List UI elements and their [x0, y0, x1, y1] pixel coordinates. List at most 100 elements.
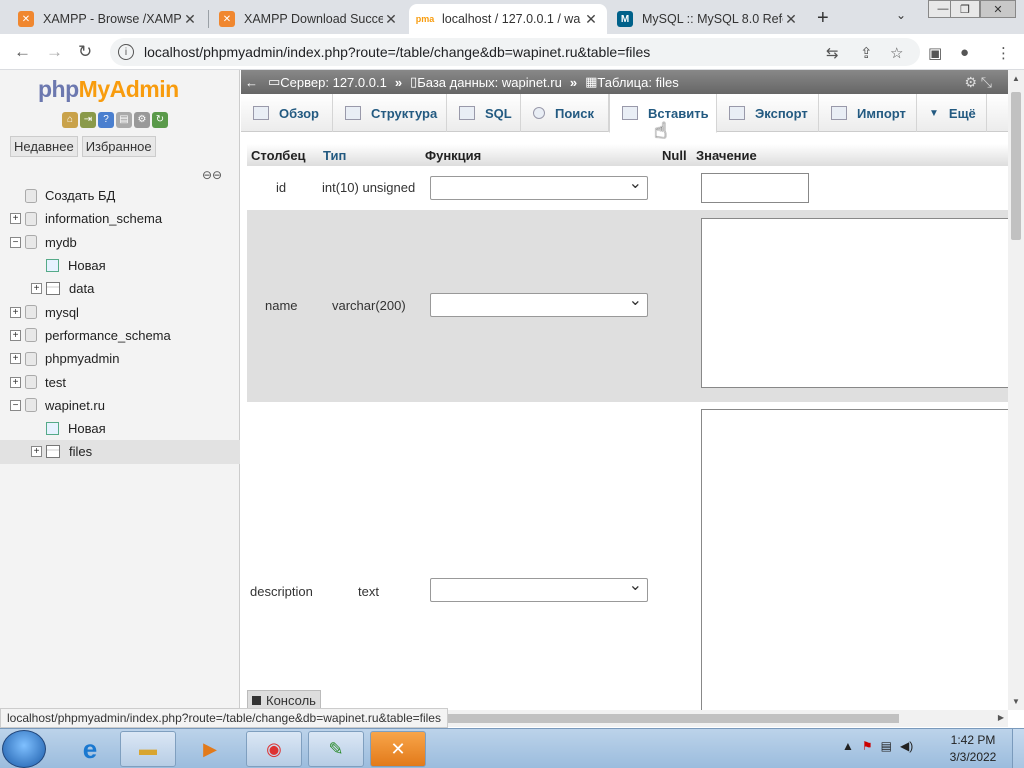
expand-icon[interactable]: + [10, 306, 21, 318]
function-select[interactable] [430, 173, 648, 200]
favorites-button[interactable]: Избранное [81, 136, 156, 157]
tab-sql-label: SQL [485, 105, 512, 121]
value-textarea[interactable] [701, 409, 1008, 710]
close-icon[interactable]: ✕ [182, 11, 198, 28]
xampp-taskbar-icon[interactable]: ✕ [370, 731, 426, 767]
forward-arrow-icon[interactable]: → [46, 42, 63, 62]
scroll-down-icon[interactable]: ▼ [1012, 697, 1020, 706]
link-icon[interactable]: ⊖⊖ [202, 168, 222, 182]
clock[interactable]: 1:42 PM 3/3/2022 [938, 732, 1008, 766]
media-player-icon[interactable]: ▶ [182, 731, 238, 767]
function-select[interactable] [430, 575, 648, 602]
info-icon[interactable]: i [118, 44, 134, 60]
tab-browse[interactable]: Обзор [241, 94, 333, 132]
function-select[interactable] [430, 290, 648, 317]
settings-gear-icon[interactable]: ⚙ ⤡ [964, 74, 992, 91]
tree-node[interactable]: + test [0, 370, 240, 393]
tree-node[interactable]: + phpmyadmin [0, 347, 240, 370]
logout-icon[interactable]: ⇥ [80, 112, 96, 128]
volume-icon[interactable]: ◀) [900, 739, 913, 753]
hand-cursor-icon: ☝ [654, 118, 668, 143]
recent-button[interactable]: Недавнее [10, 136, 78, 157]
tab-import[interactable]: Импорт [819, 94, 917, 132]
tree-node[interactable]: Создать БД [0, 184, 240, 207]
collapse-icon[interactable]: − [10, 236, 21, 248]
tree-node[interactable]: Новая [0, 254, 240, 277]
star-icon[interactable]: ☆ [890, 44, 903, 62]
reload-icon[interactable]: ↻ [78, 42, 92, 62]
tab-search[interactable]: Поиск [521, 94, 609, 132]
share-icon[interactable]: ⇪ [860, 44, 873, 62]
tab-export[interactable]: Экспорт [717, 94, 819, 132]
close-icon[interactable]: ✕ [583, 11, 599, 28]
chrome-icon[interactable]: ◉ [246, 731, 302, 767]
tree-node[interactable]: − mydb [0, 231, 240, 254]
expand-icon[interactable]: + [10, 353, 21, 365]
start-button[interactable] [2, 730, 46, 768]
profile-icon[interactable]: ● [960, 44, 969, 61]
expand-icon[interactable]: + [31, 283, 42, 295]
back-arrow-icon[interactable]: ← [14, 42, 31, 62]
tree-node[interactable]: Новая [0, 417, 240, 440]
breadcrumb-database[interactable]: ▯ База данных: wapinet.ru [410, 74, 562, 90]
home-icon[interactable]: ⌂ [62, 112, 78, 128]
form-row-id: id int(10) unsigned [247, 166, 1008, 210]
scroll-up-icon[interactable]: ▲ [1012, 74, 1020, 83]
tree-node[interactable]: + mysql [0, 300, 240, 323]
docs-icon[interactable]: ▤ [116, 112, 132, 128]
settings-icon[interactable]: ⚙ [134, 112, 150, 128]
console-toggle[interactable]: Консоль [247, 690, 321, 710]
help-icon[interactable]: ? [98, 112, 114, 128]
console-icon [252, 695, 261, 705]
menu-icon[interactable]: ⋮ [996, 44, 1011, 62]
value-textarea[interactable] [701, 218, 1008, 388]
tree-node[interactable]: + information_schema [0, 207, 240, 230]
collapse-arrow-icon[interactable]: ← [245, 75, 258, 90]
flag-icon[interactable]: ⚑ [862, 739, 873, 753]
side-panel-icon[interactable]: ▣ [928, 44, 942, 62]
maximize-button[interactable]: ❐ [950, 0, 980, 18]
tab-sql[interactable]: SQL [447, 94, 521, 132]
expand-icon[interactable]: + [10, 329, 21, 341]
breadcrumb-table-label: Таблица: files [597, 74, 679, 90]
tray-arrow-icon[interactable]: ▲ [842, 739, 854, 753]
tree-node[interactable]: + performance_schema [0, 324, 240, 347]
value-input[interactable] [701, 173, 809, 203]
browser-tab[interactable]: ✕ XAMPP Download Succe ✕ [211, 4, 407, 34]
tree-node[interactable]: + data [0, 277, 240, 300]
browser-tab-active[interactable]: pma localhost / 127.0.0.1 / wa ✕ [409, 4, 607, 34]
tree-node[interactable]: − wapinet.ru [0, 394, 240, 417]
show-desktop-button[interactable] [1012, 729, 1024, 768]
breadcrumb-server[interactable]: ▭ Сервер: 127.0.0.1 [268, 74, 387, 90]
header-function: Функция [425, 147, 482, 163]
expand-icon[interactable]: + [31, 446, 42, 458]
close-icon[interactable]: ✕ [383, 11, 399, 28]
file-explorer-icon[interactable]: ▬ [120, 731, 176, 767]
notepad-icon[interactable]: ✎ [308, 731, 364, 767]
internet-explorer-icon[interactable]: e [62, 731, 118, 767]
vertical-scrollbar[interactable]: ▲ ▼ [1008, 70, 1024, 710]
phpmyadmin-logo[interactable]: phpMyAdmin [38, 76, 179, 103]
collapse-icon[interactable]: − [10, 399, 21, 411]
scroll-right-icon[interactable]: ▶ [998, 713, 1004, 722]
insert-icon [622, 106, 638, 120]
chevron-down-icon[interactable]: ⌄ [896, 8, 906, 22]
breadcrumb-table[interactable]: ▦ Таблица: files [585, 74, 679, 90]
close-window-button[interactable]: ✕ [980, 0, 1016, 18]
browser-tab[interactable]: ✕ XAMPP - Browse /XAMPP ✕ [10, 4, 206, 34]
tree-node[interactable]: + files [0, 440, 240, 464]
tab-more[interactable]: ▼ Ещё [917, 94, 987, 132]
reload-nav-icon[interactable]: ↻ [152, 112, 168, 128]
expand-icon[interactable]: + [10, 213, 21, 225]
scroll-thumb[interactable] [1011, 92, 1021, 240]
expand-icon[interactable]: + [10, 376, 21, 388]
tab-structure[interactable]: Структура [333, 94, 447, 132]
browser-tab[interactable]: M MySQL :: MySQL 8.0 Refe ✕ [609, 4, 807, 34]
row-column-name: id [276, 180, 287, 195]
translate-icon[interactable]: ⇆ [826, 44, 839, 62]
new-tab-icon[interactable]: + [817, 7, 829, 30]
close-icon[interactable]: ✕ [783, 11, 799, 28]
address-bar[interactable]: i localhost/phpmyadmin/index.php?route=/… [110, 38, 920, 66]
network-icon[interactable]: ▤ [881, 739, 892, 753]
database-icon [25, 188, 37, 203]
